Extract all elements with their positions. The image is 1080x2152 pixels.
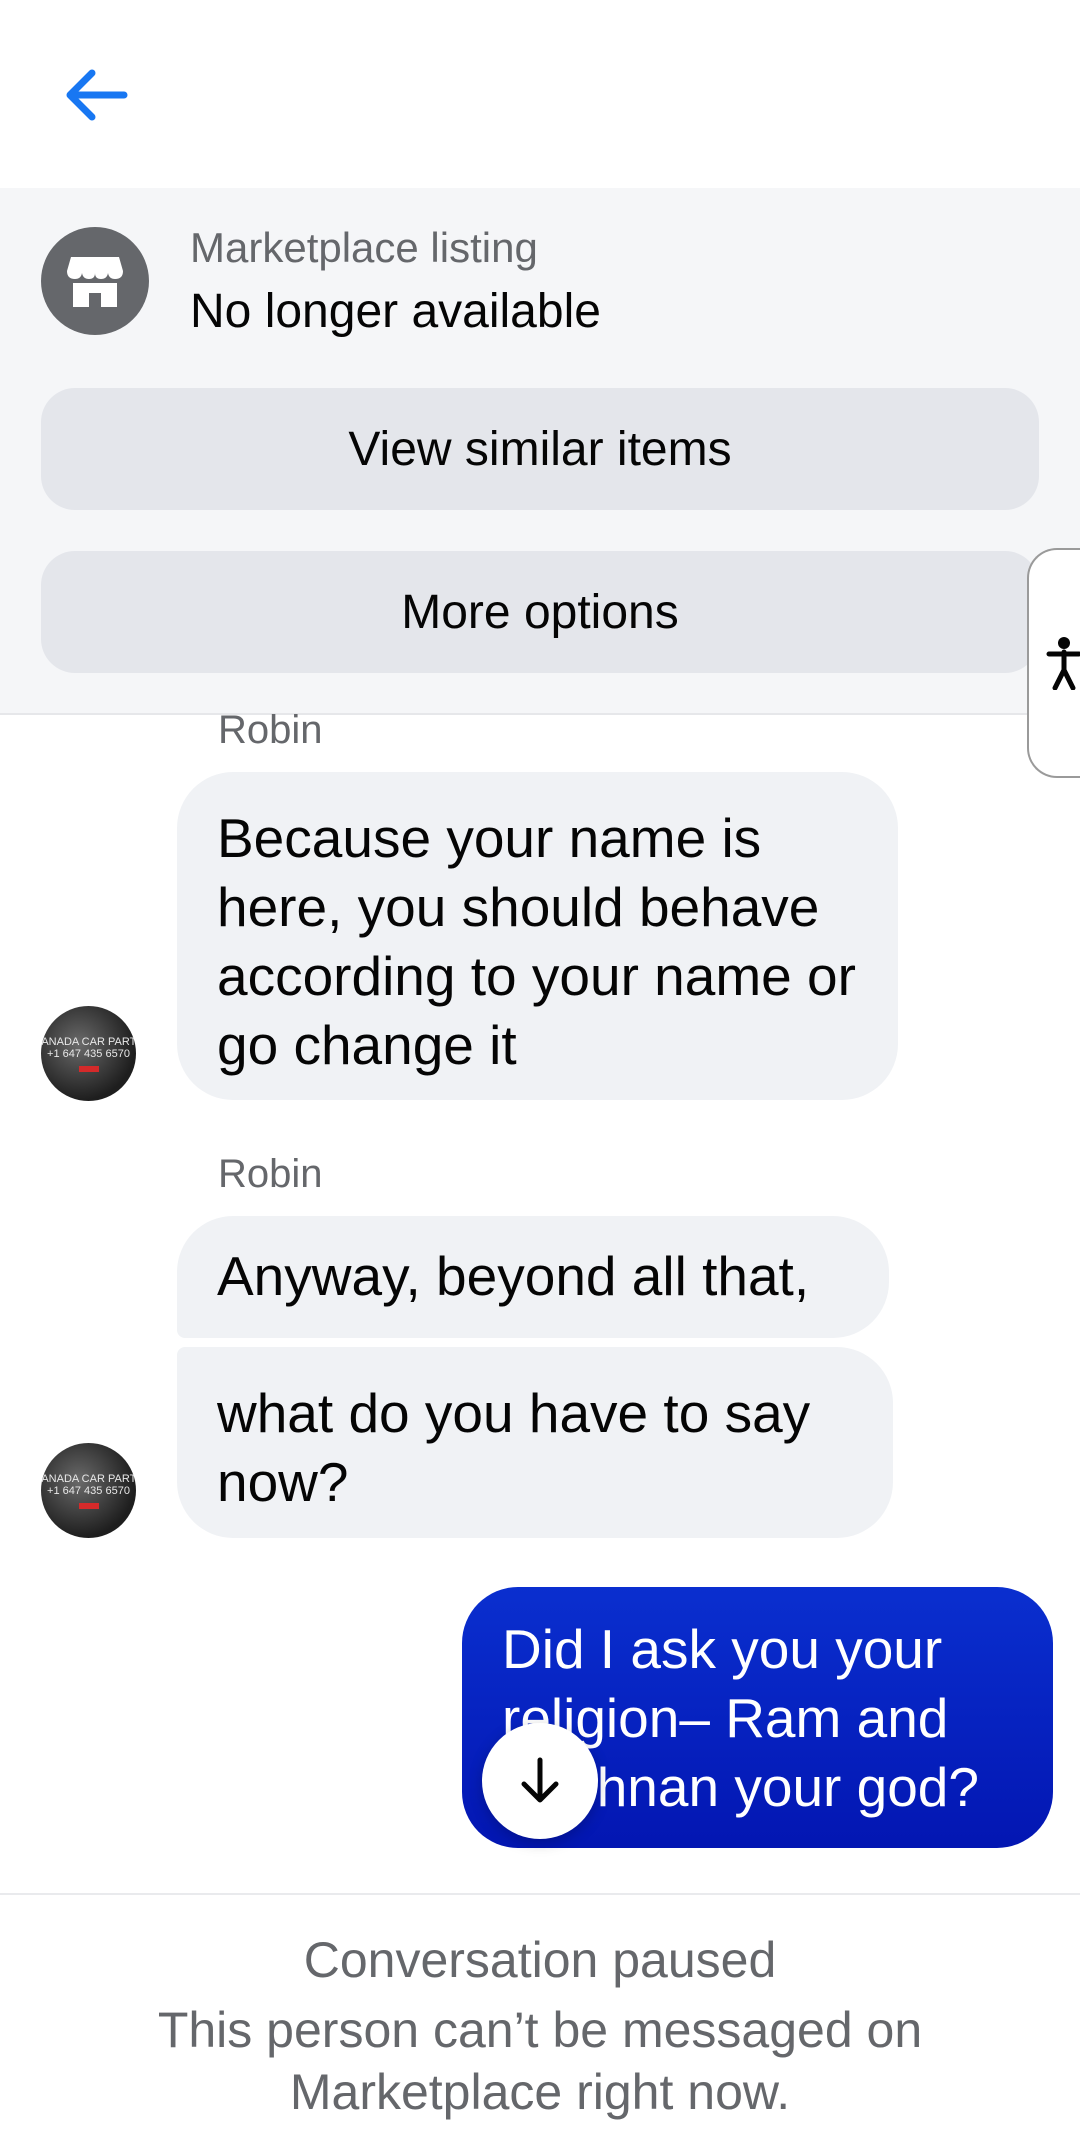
avatar[interactable]: CANADA CAR PARTS +1 647 435 6570 (41, 1443, 136, 1538)
avatar-logo-phone: +1 647 435 6570 (47, 1047, 130, 1060)
avatar-logo-phone: +1 647 435 6570 (47, 1484, 130, 1497)
more-options-button[interactable]: More options (41, 551, 1039, 673)
incoming-message-bubble[interactable]: Anyway, beyond all that, (177, 1216, 889, 1338)
incoming-message-bubble[interactable]: what do you have to say now? (177, 1347, 893, 1538)
back-button[interactable] (50, 55, 140, 135)
sender-name: Robin (218, 708, 323, 752)
listing-label: Marketplace listing (190, 224, 538, 271)
avatar-logo-text: CANADA CAR PARTS (41, 1472, 136, 1485)
sender-name: Robin (218, 1152, 323, 1196)
view-similar-items-button[interactable]: View similar items (41, 388, 1039, 510)
marketplace-listing-panel: Marketplace listing No longer available … (0, 188, 1080, 715)
avatar-logo-badge (78, 1502, 99, 1509)
incoming-message-bubble[interactable]: Because your name is here, you should be… (177, 772, 898, 1100)
avatar-logo-text: CANADA CAR PARTS (41, 1035, 136, 1048)
accessibility-tab[interactable] (1027, 548, 1080, 778)
paused-title: Conversation paused (303, 1932, 777, 1988)
listing-status: No longer available (190, 285, 601, 338)
avatar[interactable]: CANADA CAR PARTS +1 647 435 6570 (41, 1006, 136, 1101)
arrow-down-icon (521, 1757, 559, 1803)
top-bar (0, 0, 1080, 188)
store-icon (41, 227, 149, 335)
paused-description: This person can’t be messaged on Marketp… (157, 2002, 923, 2120)
arrow-left-icon (66, 69, 128, 121)
conversation-paused-footer: Conversation paused This person can’t be… (0, 1893, 1080, 2152)
accessibility-icon (1046, 637, 1080, 690)
scroll-to-bottom-button[interactable] (482, 1723, 598, 1839)
avatar-logo-badge (78, 1065, 99, 1072)
